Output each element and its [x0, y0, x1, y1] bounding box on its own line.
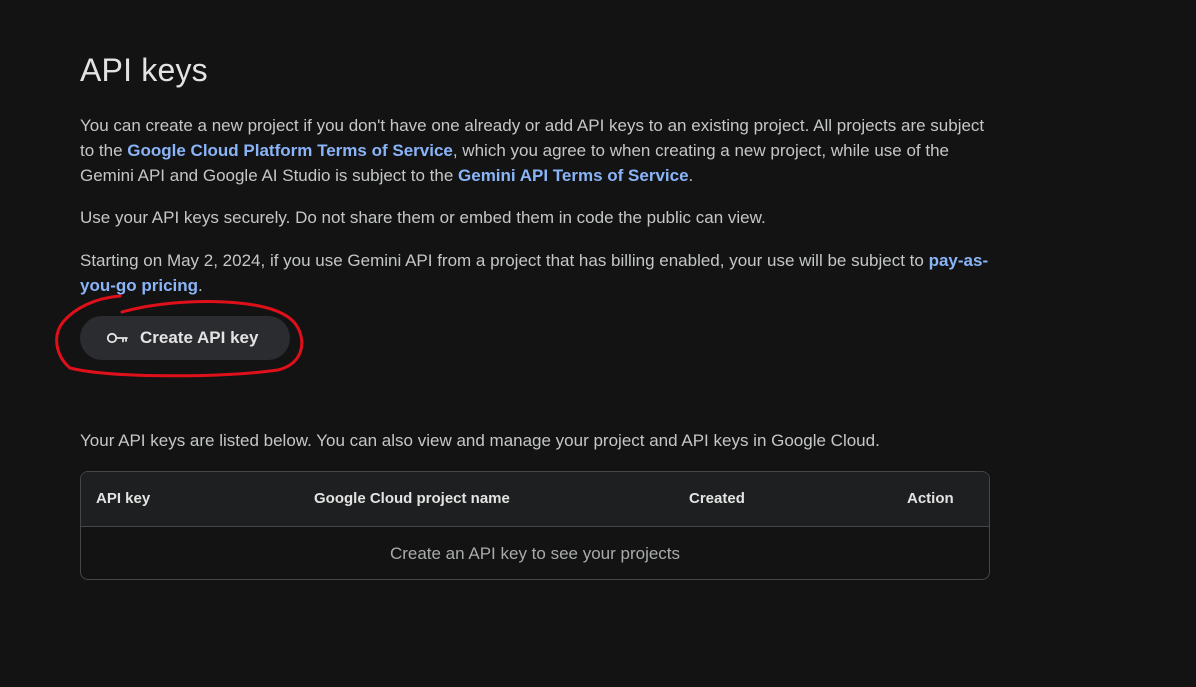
column-header-api-key: API key — [96, 490, 151, 507]
gemini-terms-link[interactable]: Gemini API Terms of Service — [458, 166, 689, 185]
create-api-key-label: Create API key — [140, 328, 259, 347]
column-header-project-name: Google Cloud project name — [314, 490, 510, 507]
column-header-created: Created — [689, 490, 745, 507]
empty-state-message: Create an API key to see your projects — [389, 544, 681, 563]
gcp-terms-link[interactable]: Google Cloud Platform Terms of Service — [127, 141, 453, 160]
api-keys-page: API keys You can create a new project if… — [0, 0, 1196, 687]
column-header-action: Action — [907, 490, 954, 507]
security-note: Use your API keys securely. Do not share… — [80, 208, 766, 227]
billing-note: Starting on May 2, 2024, if you use Gemi… — [80, 248, 992, 298]
create-api-key-button[interactable]: Create API key — [80, 316, 290, 360]
billing-text-2: . — [198, 276, 203, 295]
intro-paragraph: You can create a new project if you don'… — [80, 113, 992, 188]
api-keys-table: API key Google Cloud project name Create… — [80, 471, 990, 580]
page-title: API keys — [80, 52, 208, 88]
table-header: API key Google Cloud project name Create… — [81, 472, 989, 527]
keys-list-note: Your API keys are listed below. You can … — [80, 431, 880, 450]
intro-section: API keys You can create a new project if… — [80, 52, 992, 298]
billing-text-1: Starting on May 2, 2024, if you use Gemi… — [80, 251, 929, 270]
intro-text-3: . — [688, 166, 694, 185]
key-icon — [106, 330, 130, 346]
